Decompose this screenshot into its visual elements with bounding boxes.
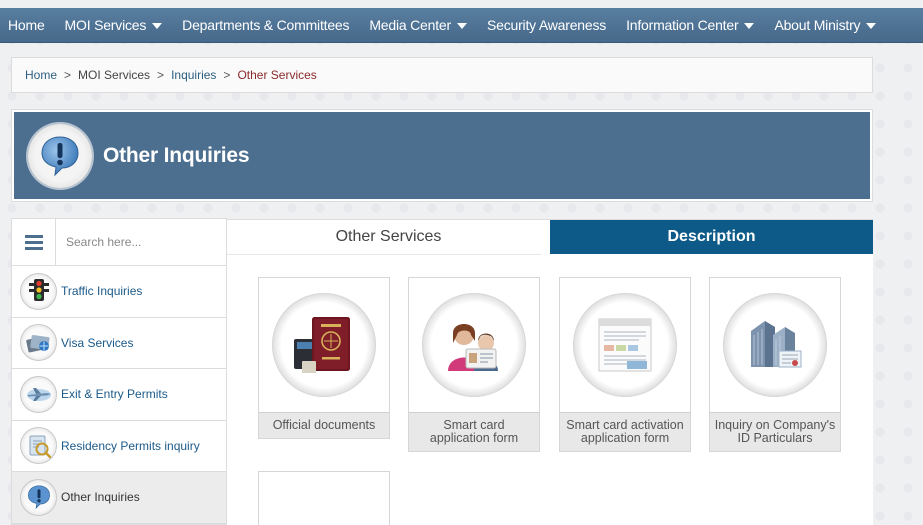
nav-moi-services[interactable]: MOI Services	[55, 8, 173, 43]
card-image	[560, 278, 690, 412]
sidebar-item-label: Traffic Inquiries	[61, 284, 143, 299]
breadcrumb-separator: >	[223, 68, 231, 82]
breadcrumb: Home > MOI Services > Inquiries > Other …	[11, 57, 873, 93]
chevron-down-icon	[152, 23, 163, 29]
nav-information-center-label: Information Center	[626, 17, 739, 33]
search-input[interactable]	[56, 219, 226, 265]
service-card-smart-card-application[interactable]: Smart card application form	[408, 277, 540, 452]
nav-media-center-label: Media Center	[369, 17, 451, 33]
sidebar-item-visa-services[interactable]: Visa Services	[12, 317, 226, 369]
smart-card-icon	[422, 293, 526, 397]
service-card-official-documents[interactable]: Official documents	[258, 277, 390, 439]
sidebar-item-residency-permits[interactable]: Residency Permits inquiry	[12, 420, 226, 472]
breadcrumb-current: Other Services	[237, 68, 317, 82]
sidebar-item-label: Residency Permits inquiry	[61, 438, 200, 453]
page-title: Other Inquiries	[103, 143, 250, 167]
airplane-icon	[20, 375, 57, 413]
chevron-down-icon	[866, 23, 877, 29]
hamburger-menu-icon[interactable]	[12, 219, 56, 265]
card-label: Official documents	[259, 412, 389, 438]
breadcrumb-separator: >	[157, 68, 165, 82]
nav-information-center[interactable]: Information Center	[616, 8, 764, 43]
sidebar-item-label: Other Inquiries	[61, 490, 140, 505]
tab-divider	[227, 254, 541, 255]
visa-icon	[20, 324, 57, 362]
banner-inner: Other Inquiries	[14, 112, 870, 199]
breadcrumb-separator: >	[64, 68, 72, 82]
sidebar: Traffic Inquiries Visa Services Exit & E…	[11, 218, 227, 525]
main-nav: Home MOI Services Departments & Committe…	[0, 8, 923, 43]
card-image	[259, 278, 389, 412]
chevron-down-icon	[744, 23, 755, 29]
sidebar-search-bar	[12, 219, 226, 266]
breadcrumb-home[interactable]: Home	[25, 68, 57, 82]
company-building-icon	[723, 293, 827, 397]
exclamation-icon	[20, 478, 57, 516]
passport-icon	[272, 293, 376, 397]
breadcrumb-moi-services: MOI Services	[78, 68, 151, 82]
sidebar-item-other-inquiries[interactable]: Other Inquiries	[12, 472, 226, 524]
card-image	[409, 278, 539, 412]
nav-security-awareness[interactable]: Security Awareness	[477, 8, 616, 43]
service-card-smart-card-activation[interactable]: Smart card activation application form	[559, 277, 691, 452]
sidebar-item-traffic-inquiries[interactable]: Traffic Inquiries	[12, 266, 226, 318]
chevron-down-icon	[456, 23, 467, 29]
sidebar-item-exit-entry-permits[interactable]: Exit & Entry Permits	[12, 369, 226, 421]
traffic-light-icon	[20, 272, 57, 310]
tab-other-services[interactable]: Other Services	[227, 220, 550, 254]
page-banner: Other Inquiries	[11, 109, 873, 202]
sidebar-item-label: Visa Services	[61, 335, 134, 350]
nav-moi-services-label: MOI Services	[64, 17, 147, 33]
service-card-company-id-inquiry[interactable]: Inquiry on Company's ID Particulars	[709, 277, 841, 452]
tab-bar: Other Services Description	[227, 220, 873, 254]
service-card-partial[interactable]	[258, 471, 390, 525]
card-label: Inquiry on Company's ID Particulars	[710, 412, 840, 451]
nav-about-ministry[interactable]: About Ministry	[764, 8, 886, 43]
nav-departments[interactable]: Departments & Committees	[172, 8, 359, 43]
card-label: Smart card activation application form	[560, 412, 690, 451]
form-document-icon	[573, 293, 677, 397]
nav-media-center[interactable]: Media Center	[359, 8, 477, 43]
nav-home-label: Home	[8, 17, 45, 33]
nav-departments-label: Departments & Committees	[182, 17, 350, 33]
nav-about-ministry-label: About Ministry	[774, 17, 861, 33]
card-label: Smart card application form	[409, 412, 539, 451]
sidebar-item-label: Exit & Entry Permits	[61, 387, 168, 402]
nav-home[interactable]: Home	[0, 8, 55, 43]
residency-icon	[20, 427, 57, 465]
exclamation-icon	[28, 123, 92, 188]
card-image	[710, 278, 840, 412]
nav-security-awareness-label: Security Awareness	[486, 17, 607, 33]
main-content: Other Services Description Official docu…	[227, 219, 873, 525]
breadcrumb-inquiries[interactable]: Inquiries	[171, 68, 216, 82]
tab-description[interactable]: Description	[550, 220, 873, 254]
